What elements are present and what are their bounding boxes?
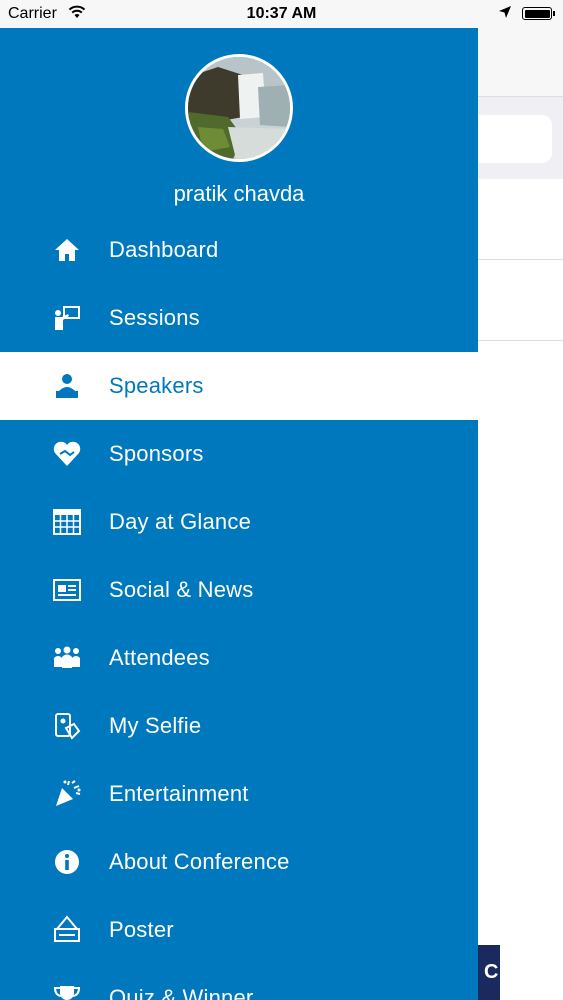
home-icon	[52, 235, 82, 265]
menu-item-label: Dashboard	[109, 237, 219, 262]
menu-item-attendees[interactable]: Attendees	[0, 624, 478, 692]
menu-item-day-at-glance[interactable]: Day at Glance	[0, 488, 478, 556]
avatar[interactable]	[185, 54, 293, 162]
phone-selfie-icon	[52, 711, 82, 741]
clock-time: 10:37 AM	[246, 5, 317, 22]
trophy-icon	[52, 983, 82, 1000]
calendar-grid-icon	[52, 507, 82, 537]
drawer-menu: Dashboard Sessions Speakers Sponsors Day…	[0, 216, 478, 1000]
menu-item-label: Quiz & Winner	[109, 985, 254, 1000]
background-search-area	[478, 97, 563, 179]
user-name: pratik chavda	[173, 181, 305, 206]
menu-item-poster[interactable]: Poster	[0, 896, 478, 964]
menu-item-quiz-winner[interactable]: Quiz & Winner	[0, 964, 478, 1000]
menu-item-social-news[interactable]: Social & News	[0, 556, 478, 624]
menu-item-about-conference[interactable]: About Conference	[0, 828, 478, 896]
navigation-drawer: pratik chavda Dashboard Sessions Speaker…	[0, 28, 478, 1000]
background-search-input[interactable]	[478, 115, 552, 163]
battery-icon	[522, 7, 555, 20]
menu-item-label: Sponsors	[109, 441, 204, 466]
menu-item-label: About Conference	[109, 849, 290, 874]
newspaper-icon	[52, 575, 82, 605]
background-screen: C	[478, 28, 563, 1000]
menu-item-sponsors[interactable]: Sponsors	[0, 420, 478, 488]
background-navbar	[478, 28, 563, 97]
menu-item-my-selfie[interactable]: My Selfie	[0, 692, 478, 760]
menu-item-label: Entertainment	[109, 781, 249, 806]
menu-item-label: Social & News	[109, 577, 254, 602]
poster-icon	[52, 915, 82, 945]
background-list-row[interactable]	[478, 260, 563, 341]
status-bar: Carrier 10:37 AM	[0, 0, 563, 28]
menu-item-label: Day at Glance	[109, 509, 252, 534]
menu-item-speakers[interactable]: Speakers	[0, 352, 478, 420]
menu-item-label: My Selfie	[109, 713, 202, 738]
menu-item-sessions[interactable]: Sessions	[0, 284, 478, 352]
location-arrow-icon	[498, 5, 512, 24]
menu-item-label: Speakers	[109, 373, 204, 398]
menu-item-label: Poster	[109, 917, 174, 942]
background-list-row[interactable]	[478, 179, 563, 260]
presentation-icon	[52, 303, 82, 333]
handshake-heart-icon	[52, 439, 82, 469]
menu-item-dashboard[interactable]: Dashboard	[0, 216, 478, 284]
background-action-button[interactable]: C	[478, 945, 500, 1000]
party-popper-icon	[52, 779, 82, 809]
speaker-icon	[52, 371, 82, 401]
menu-item-label: Attendees	[109, 645, 210, 670]
menu-item-entertainment[interactable]: Entertainment	[0, 760, 478, 828]
group-icon	[52, 643, 82, 673]
info-icon	[52, 847, 82, 877]
menu-item-label: Sessions	[109, 305, 200, 330]
